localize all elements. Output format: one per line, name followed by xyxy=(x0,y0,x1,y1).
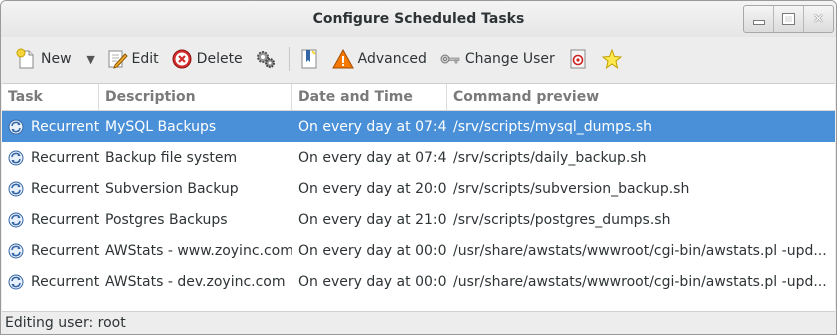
description-cell: Backup file system xyxy=(105,149,238,166)
description-cell: Postgres Backups xyxy=(105,211,228,228)
edit-icon xyxy=(106,48,128,70)
close-icon: ✕ xyxy=(813,11,824,27)
task-type: Recurrent xyxy=(31,211,99,228)
preferences-gears-button[interactable] xyxy=(251,43,281,75)
advanced-label: Advanced xyxy=(357,51,427,67)
datetime-cell: On every day at 07:43 xyxy=(298,118,447,135)
minimize-icon xyxy=(752,20,765,25)
task-cell: Recurrent xyxy=(2,150,99,166)
recurrent-icon xyxy=(8,150,24,165)
command-cell: /srv/scripts/mysql_dumps.sh xyxy=(453,118,652,135)
task-type: Recurrent xyxy=(31,180,99,197)
change-user-button[interactable]: Change User xyxy=(435,43,559,75)
toolbar: New ▼ Edit Delete Advanced Change User xyxy=(1,37,836,81)
description-cell: AWStats - www.zoyinc.com xyxy=(105,242,292,259)
new-task-icon xyxy=(15,48,37,70)
app-window: Configure Scheduled Tasks ✕ New ▼ Edit D… xyxy=(0,0,837,335)
command-cell: /srv/scripts/daily_backup.sh xyxy=(453,149,647,166)
edit-label: Edit xyxy=(131,51,159,67)
bookmark-button[interactable] xyxy=(294,43,324,75)
task-cell: Recurrent xyxy=(2,119,99,135)
maximize-icon xyxy=(782,13,795,25)
description-cell: MySQL Backups xyxy=(105,118,217,135)
command-cell: /usr/share/awstats/wwwroot/cgi-bin/awsta… xyxy=(453,242,827,259)
table-header: Task Description Date and Time Command p… xyxy=(2,84,835,111)
table-row[interactable]: Recurrent Postgres Backups On every day … xyxy=(2,204,835,235)
task-type: Recurrent xyxy=(31,242,99,259)
bookmark-icon xyxy=(298,48,320,70)
table-row[interactable]: Recurrent Subversion Backup On every day… xyxy=(2,173,835,204)
recurrent-icon xyxy=(8,243,24,258)
table-row[interactable]: Recurrent MySQL Backups On every day at … xyxy=(2,111,835,142)
window-controls: ✕ xyxy=(743,5,834,33)
task-type: Recurrent xyxy=(31,118,99,135)
recurrent-icon xyxy=(8,212,24,227)
minimize-button[interactable] xyxy=(744,6,773,32)
recurrent-icon xyxy=(8,119,24,134)
task-type: Recurrent xyxy=(31,273,99,290)
new-label: New xyxy=(41,51,72,67)
favorite-button[interactable] xyxy=(597,43,627,75)
column-header-description[interactable]: Description xyxy=(99,84,292,110)
table-row[interactable]: Recurrent AWStats - www.zoyinc.com On ev… xyxy=(2,235,835,266)
column-header-task[interactable]: Task xyxy=(2,84,99,110)
command-cell: /srv/scripts/subversion_backup.sh xyxy=(453,180,690,197)
datetime-cell: On every day at 07:44 xyxy=(298,149,447,166)
advanced-button[interactable]: Advanced xyxy=(328,43,431,75)
window-title: Configure Scheduled Tasks xyxy=(312,11,525,27)
close-button[interactable]: ✕ xyxy=(803,6,833,32)
maximize-button[interactable] xyxy=(773,6,803,32)
status-bar: Editing user: root xyxy=(2,311,835,334)
status-text: Editing user: root xyxy=(5,315,126,331)
description-cell: AWStats - dev.zoyinc.com xyxy=(105,273,286,290)
key-icon xyxy=(439,48,461,70)
task-cell: Recurrent xyxy=(2,243,99,259)
star-icon xyxy=(601,48,623,70)
tasks-table: Task Description Date and Time Command p… xyxy=(2,83,835,312)
datetime-cell: On every day at 21:00 xyxy=(298,211,447,228)
new-button[interactable]: New xyxy=(11,43,76,75)
edit-button[interactable]: Edit xyxy=(102,43,163,75)
task-cell: Recurrent xyxy=(2,274,99,290)
datetime-cell: On every day at 20:00 xyxy=(298,180,447,197)
table-row[interactable]: Recurrent Backup file system On every da… xyxy=(2,142,835,173)
command-cell: /srv/scripts/postgres_dumps.sh xyxy=(453,211,671,228)
description-cell: Subversion Backup xyxy=(105,180,239,197)
table-row[interactable]: Recurrent AWStats - dev.zoyinc.com On ev… xyxy=(2,266,835,297)
column-header-command-preview[interactable]: Command preview xyxy=(447,84,835,110)
title-bar: Configure Scheduled Tasks ✕ xyxy=(1,1,836,37)
change-user-label: Change User xyxy=(464,51,555,67)
gears-icon xyxy=(255,48,277,70)
toolbar-separator xyxy=(288,47,290,71)
preferences-icon xyxy=(567,48,589,70)
delete-button[interactable]: Delete xyxy=(167,43,247,75)
column-header-date-time[interactable]: Date and Time xyxy=(292,84,447,110)
command-cell: /usr/share/awstats/wwwroot/cgi-bin/awsta… xyxy=(453,273,827,290)
delete-icon xyxy=(171,48,193,70)
recurrent-icon xyxy=(8,274,24,289)
datetime-cell: On every day at 00:00 xyxy=(298,273,447,290)
task-type: Recurrent xyxy=(31,149,99,166)
datetime-cell: On every day at 00:00 xyxy=(298,242,447,259)
task-cell: Recurrent xyxy=(2,212,99,228)
recurrent-icon xyxy=(8,181,24,196)
task-cell: Recurrent xyxy=(2,181,99,197)
delete-label: Delete xyxy=(196,51,243,67)
new-dropdown-arrow-icon[interactable]: ▼ xyxy=(86,53,96,66)
warning-icon xyxy=(331,48,354,70)
help-button[interactable] xyxy=(563,43,593,75)
